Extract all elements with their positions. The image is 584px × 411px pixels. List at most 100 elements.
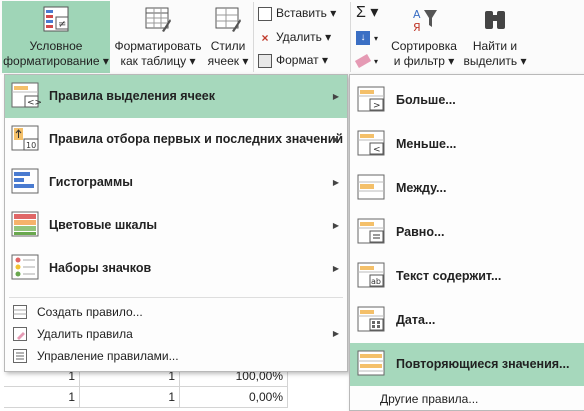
sort-line2: и фильтр ▾ [393,54,455,68]
icon-sets-icon [11,254,39,280]
highlight-cells-rules-icon: <> [11,82,41,108]
clear-button[interactable]: ▾ [354,50,378,70]
autosum-label: Σ ▾ [356,4,379,21]
svg-text:≠: ≠ [58,19,66,30]
submenu-more-rules-label: Другие правила... [380,392,479,406]
action-label: Создать правило... [37,305,143,319]
format-label: Формат ▾ [276,53,328,67]
delete-icon: × [261,30,269,45]
top-bottom-rules-icon: 10 [11,125,39,151]
menu-item-highlight-rules[interactable]: <> Правила выделения ячеек ▶ [5,75,347,118]
equal-to-icon [357,218,385,244]
duplicate-values-icon [357,350,385,376]
submenu-item-label: Меньше... [396,137,457,151]
format-as-table-icon [145,7,171,32]
format-table-line2: как таблицу ▾ [120,54,196,68]
eraser-icon [354,53,372,68]
manage-rules-button[interactable]: Управление правилами... [5,345,347,367]
conditional-formatting-button[interactable]: ≠ Условное форматирование ▾ [2,1,110,73]
grid-cell[interactable]: 0,00% [180,387,288,408]
sort-filter-button[interactable]: А Я Сортировка и фильтр ▾ [388,1,460,73]
menu-item-label: Правила выделения ячеек [49,89,215,103]
menu-item-top-bottom-rules[interactable]: 10 Правила отбора первых и последних зна… [5,118,347,161]
autosum-button[interactable]: Σ ▾ [356,3,378,23]
less-than-icon: < [357,130,385,156]
insert-label: Вставить ▾ [276,6,337,20]
menu-separator [9,297,343,298]
delete-button[interactable]: × Удалить ▾ [258,27,331,47]
menu-item-label: Гистограммы [49,175,133,189]
conditional-formatting-menu: <> Правила выделения ячеек ▶ 10 Правила … [4,74,348,372]
binoculars-icon [485,11,505,29]
submenu-arrow-icon: ▶ [332,92,339,101]
menu-item-icon-sets[interactable]: Наборы значков ▶ [5,247,347,290]
submenu-item-label: Больше... [396,93,456,107]
submenu-item-duplicate-values[interactable]: Повторяющиеся значения... [350,343,584,386]
data-bars-icon [11,168,39,194]
ribbon-separator [253,2,254,72]
ribbon-separator [350,2,351,72]
submenu-item-date[interactable]: Дата... [350,299,584,342]
submenu-arrow-icon: ▶ [332,135,339,144]
submenu-item-label: Текст содержит... [396,269,502,283]
clear-rules-button[interactable]: Удалить правила ▶ [5,323,347,345]
styles-line1: Стили [210,39,246,53]
menu-item-label: Цветовые шкалы [49,218,158,232]
highlight-rules-submenu: > Больше... < Меньше... Между... Равно..… [349,74,584,411]
svg-text:ab: ab [371,277,381,286]
format-as-table-button[interactable]: Форматировать как таблицу ▾ [112,1,204,73]
submenu-item-equal-to[interactable]: Равно... [350,211,584,254]
submenu-item-between[interactable]: Между... [350,167,584,210]
submenu-item-greater-than[interactable]: > Больше... [350,79,584,122]
cell-styles-button[interactable]: Стили ячеек ▾ [204,1,252,73]
fill-button[interactable]: ↓ ▾ [356,27,378,47]
svg-text:<>: <> [27,98,41,108]
submenu-arrow-icon: ▶ [332,329,339,338]
submenu-item-label: Дата... [396,313,436,327]
find-line1: Найти и [472,39,518,53]
insert-icon [258,6,272,21]
new-rule-icon [13,305,27,319]
menu-item-label: Правила отбора первых и последних значен… [49,132,344,146]
delete-label: Удалить ▾ [276,30,332,44]
svg-text:Я: Я [413,21,421,33]
insert-button[interactable]: Вставить ▾ [258,3,336,23]
svg-text:>: > [373,101,381,111]
new-rule-button[interactable]: Создать правило... [5,301,347,323]
submenu-item-less-than[interactable]: < Меньше... [350,123,584,166]
ribbon: ≠ Условное форматирование ▾ Форматировать… [0,0,584,76]
submenu-arrow-icon: ▶ [332,264,339,273]
submenu-item-label: Повторяющиеся значения... [396,357,570,371]
grid-cell[interactable]: 1 [80,387,180,408]
format-button[interactable]: Формат ▾ [258,50,328,70]
grid-cell[interactable]: 1 [4,387,80,408]
cell-styles-icon [215,7,241,32]
color-scales-icon [11,211,39,237]
sort-filter-icon: А Я [413,8,437,33]
text-contains-icon: ab [357,262,385,288]
between-icon [357,174,385,200]
greater-than-icon: > [357,86,385,112]
action-label: Управление правилами... [37,349,179,363]
menu-item-data-bars[interactable]: Гистограммы ▶ [5,161,347,204]
manage-rules-icon [13,349,27,363]
submenu-item-label: Равно... [396,225,445,239]
find-select-button[interactable]: Найти и выделить ▾ [462,1,528,73]
sort-line1: Сортировка [391,39,457,53]
conditional-formatting-icon: ≠ [43,6,69,32]
format-table-line1: Форматировать [114,39,202,53]
cond-format-line1: Условное [29,39,83,53]
menu-item-color-scales[interactable]: Цветовые шкалы ▶ [5,204,347,247]
find-line2: выделить ▾ [463,54,527,68]
cond-format-line2: форматирование ▾ [3,54,109,68]
clear-rules-icon [13,327,27,341]
styles-line2: ячеек ▾ [207,54,249,68]
date-occurring-icon [357,306,385,332]
svg-text:<: < [373,145,381,155]
submenu-item-more-rules[interactable]: Другие правила... [350,388,584,410]
svg-text:А: А [413,8,421,21]
submenu-item-label: Между... [396,181,447,195]
svg-text:10: 10 [26,141,36,150]
action-label: Удалить правила [37,327,133,341]
submenu-item-text-contains[interactable]: ab Текст содержит... [350,255,584,298]
